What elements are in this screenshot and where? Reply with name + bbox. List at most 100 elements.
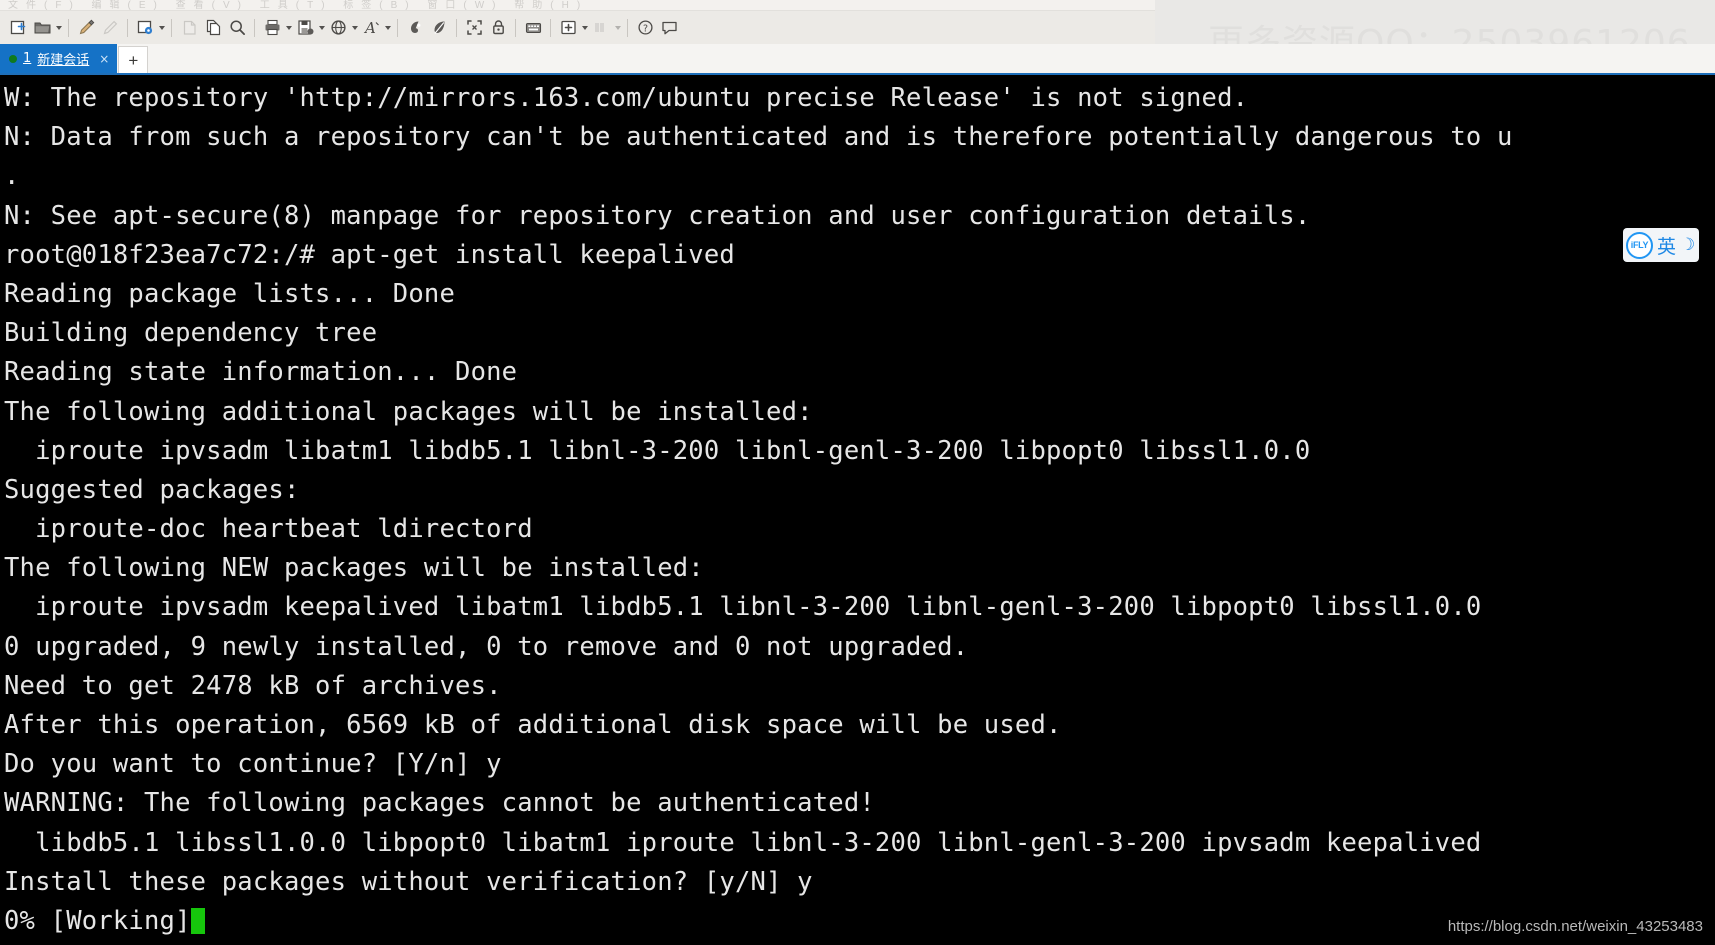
terminal-line: Do you want to continue? [Y/n] y: [4, 745, 1715, 784]
main-toolbar: A ?: [0, 11, 1155, 44]
terminal-line-text: iproute-doc heartbeat ldirectord: [4, 514, 533, 545]
terminal-line-text: Install these packages without verificat…: [4, 866, 813, 897]
terminal-line: Install these packages without verificat…: [4, 863, 1715, 902]
svg-text:?: ?: [642, 24, 647, 35]
log-save-icon[interactable]: [293, 15, 317, 41]
tab-close-icon[interactable]: ×: [99, 52, 109, 66]
new-session-icon[interactable]: [6, 15, 30, 41]
tab-new-session[interactable]: 1 新建会话 ×: [0, 44, 118, 73]
ime-mode-label[interactable]: 英: [1657, 232, 1676, 259]
add-panel-caret-icon[interactable]: [580, 15, 589, 41]
toolbar-separator: [627, 18, 628, 37]
terminal-line: WARNING: The following packages cannot b…: [4, 784, 1715, 823]
terminal-line-text: root@018f23ea7c72:/# apt-get install kee…: [4, 239, 735, 270]
terminal-line: Reading package lists... Done: [4, 275, 1715, 314]
terminal-line: iproute-doc heartbeat ldirectord: [4, 510, 1715, 549]
new-tab-button[interactable]: +: [118, 46, 149, 73]
terminal-line-text: The following NEW packages will be insta…: [4, 553, 704, 584]
terminal-line-text: Suggested packages:: [4, 474, 300, 505]
menu-bar[interactable]: 文件(F) 编辑(E) 查看(V) 工具(T) 标签(B) 窗口(W) 帮助(H…: [0, 0, 1155, 11]
layout-caret-icon: [613, 15, 622, 41]
fullscreen-icon[interactable]: [462, 15, 486, 41]
terminal-line-text: .: [4, 161, 20, 192]
help-icon[interactable]: ?: [633, 15, 657, 41]
terminal-line-text: N: See apt-secure(8) manpage for reposit…: [4, 200, 1311, 231]
ime-indicator[interactable]: iFLY 英 ☽: [1623, 228, 1700, 262]
copy-icon[interactable]: [201, 15, 225, 41]
terminal-line-text: After this operation, 6569 kB of additio…: [4, 710, 1062, 740]
terminal-line-text: Building dependency tree: [4, 318, 378, 349]
ssh-key-icon[interactable]: [403, 15, 427, 41]
terminal-cursor: [190, 907, 205, 934]
session-tab-bar: 1 新建会话 × +: [0, 44, 1715, 75]
terminal-line-text: The following additional packages will b…: [4, 396, 813, 427]
toolbar-separator: [68, 18, 69, 37]
globe-caret-icon[interactable]: [350, 15, 359, 41]
tab-title-label: 新建会话: [37, 53, 90, 68]
properties-caret-icon[interactable]: [157, 15, 166, 41]
globe-transfer-icon[interactable]: [326, 15, 350, 41]
tunnel-icon[interactable]: [427, 15, 451, 41]
print-caret-icon[interactable]: [284, 15, 293, 41]
toolbar-separator: [550, 18, 551, 37]
menu-bar-labels: 文件(F) 编辑(E) 查看(V) 工具(T) 标签(B) 窗口(W) 帮助(H…: [8, 0, 589, 11]
paste-icon: [177, 15, 201, 41]
add-panel-icon[interactable]: [556, 15, 580, 41]
layout-icon: [589, 15, 613, 41]
terminal-line-text: iproute ipvsadm keepalived libatm1 libdb…: [4, 592, 1482, 623]
terminal-line: The following additional packages will b…: [4, 393, 1715, 432]
terminal-line-text: W: The repository 'http://mirrors.163.co…: [4, 83, 1249, 113]
toolbar-separator: [397, 18, 398, 37]
keyboard-icon[interactable]: [521, 15, 545, 41]
svg-text:A: A: [363, 19, 376, 37]
pen-write-icon: [98, 15, 122, 41]
terminal-line: N: See apt-secure(8) manpage for reposit…: [4, 197, 1715, 236]
toolbar-separator: [515, 18, 516, 37]
terminal-line-text: 0 upgraded, 9 newly installed, 0 to remo…: [4, 631, 969, 662]
open-folder-icon[interactable]: [30, 15, 54, 41]
toolbar-separator: [254, 18, 255, 37]
ifly-logo-icon: iFLY: [1626, 231, 1653, 259]
terminal-line: libdb5.1 libssl1.0.0 libpopt0 libatm1 ip…: [4, 824, 1715, 863]
terminal-line-text: Reading package lists... Done: [4, 278, 456, 309]
terminal-line-text: 0% [Working]: [4, 905, 191, 936]
terminal-output[interactable]: W: The repository 'http://mirrors.163.co…: [0, 75, 1715, 945]
terminal-line: Suggested packages:: [4, 471, 1715, 510]
tab-index-label: 1: [23, 51, 32, 66]
print-icon[interactable]: [260, 15, 284, 41]
terminal-line-text: N: Data from such a repository can't be …: [4, 122, 1513, 153]
terminal-line: iproute ipvsadm keepalived libatm1 libdb…: [4, 588, 1715, 627]
toolbar-separator: [127, 18, 128, 37]
terminal-line-text: Reading state information... Done: [4, 357, 518, 388]
tab-bar-empty-area: [148, 44, 1715, 73]
tab-status-dot-icon: [9, 54, 17, 63]
open-folder-caret-icon[interactable]: [54, 15, 63, 41]
terminal-line-text: WARNING: The following packages cannot b…: [4, 788, 875, 819]
log-save-caret-icon[interactable]: [317, 15, 326, 41]
font-size-icon[interactable]: A: [359, 15, 383, 41]
terminal-line-text: iproute ipvsadm libatm1 libdb5.1 libnl-3…: [4, 435, 1311, 466]
terminal-line: Reading state information... Done: [4, 353, 1715, 392]
toolbar-separator: [171, 18, 172, 37]
terminal-line: W: The repository 'http://mirrors.163.co…: [4, 79, 1715, 118]
terminal-line-text: libdb5.1 libssl1.0.0 libpopt0 libatm1 ip…: [4, 827, 1482, 858]
terminal-line: Building dependency tree: [4, 314, 1715, 353]
properties-gear-icon[interactable]: [133, 15, 157, 41]
feedback-icon[interactable]: [657, 15, 681, 41]
terminal-line: .: [4, 157, 1715, 196]
find-search-icon[interactable]: [225, 15, 249, 41]
terminal-line: 0 upgraded, 9 newly installed, 0 to remo…: [4, 628, 1715, 667]
csdn-watermark: https://blog.csdn.net/weixin_43253483: [1447, 918, 1703, 935]
lock-icon[interactable]: [486, 15, 510, 41]
terminal-line: Need to get 2478 kB of archives.: [4, 667, 1715, 706]
terminal-line: iproute ipvsadm libatm1 libdb5.1 libnl-3…: [4, 432, 1715, 471]
xshell-window: 文件(F) 编辑(E) 查看(V) 工具(T) 标签(B) 窗口(W) 帮助(H…: [0, 0, 1715, 945]
font-size-caret-icon[interactable]: [383, 15, 392, 41]
moon-icon[interactable]: ☽: [1680, 235, 1695, 255]
pencil-edit-icon[interactable]: [74, 15, 98, 41]
toolbar-separator: [456, 18, 457, 37]
terminal-line: N: Data from such a repository can't be …: [4, 118, 1715, 157]
terminal-line: After this operation, 6569 kB of additio…: [4, 706, 1715, 745]
terminal-line: root@018f23ea7c72:/# apt-get install kee…: [4, 236, 1715, 275]
terminal-line-text: Do you want to continue? [Y/n] y: [4, 749, 502, 780]
